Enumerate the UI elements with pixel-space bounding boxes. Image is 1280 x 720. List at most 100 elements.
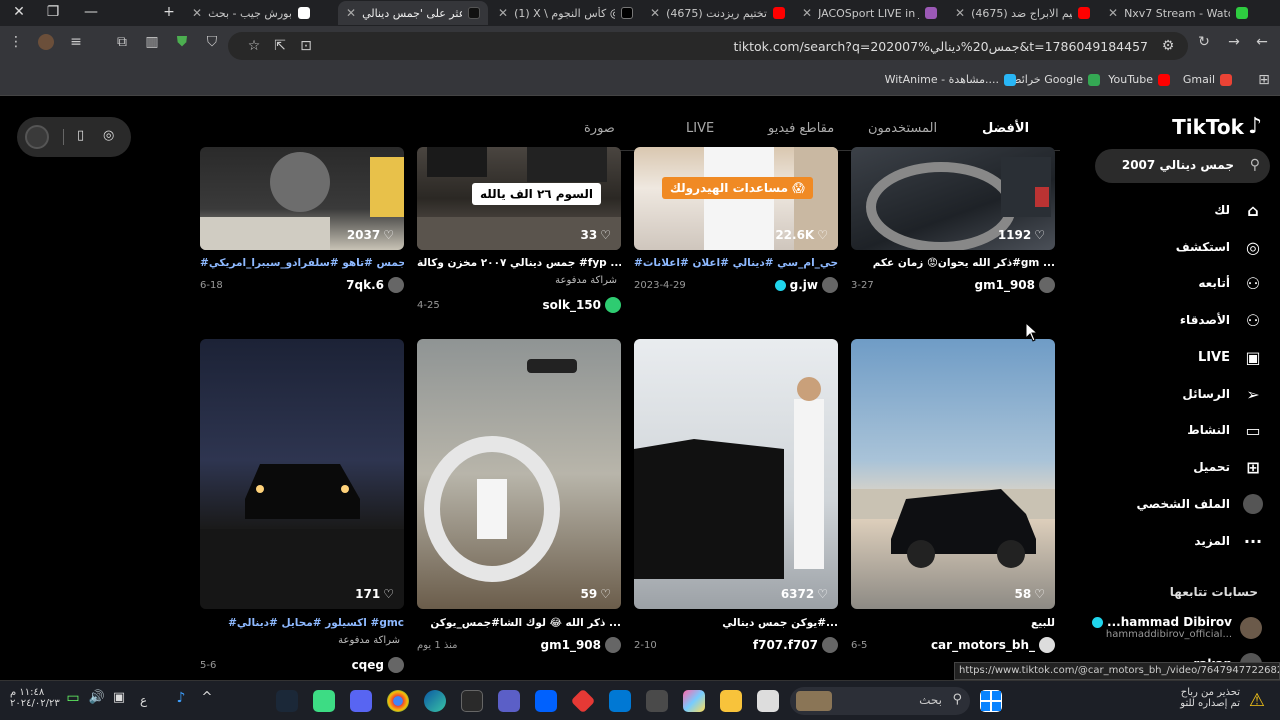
video-card[interactable]: 1192 ♡ ذكر الله يحوان😡 زمان عكم#gm ... 3-… <box>851 147 1055 297</box>
file-explorer-icon[interactable] <box>720 690 742 712</box>
video-caption[interactable]: يوكن جمس دينالي#... <box>634 617 838 629</box>
tab-close-icon[interactable]: ✕ <box>498 6 508 20</box>
back-icon[interactable]: → <box>1226 34 1242 50</box>
volume-icon[interactable]: 🔊 <box>86 690 108 712</box>
compass-icon[interactable]: ◎ <box>103 128 114 143</box>
taskbar-search[interactable]: بحث ⚲ <box>790 687 970 715</box>
share-icon[interactable]: ⇱ <box>272 38 288 54</box>
tab-close-icon[interactable]: ✕ <box>650 6 660 20</box>
tab-close-icon[interactable]: ✕ <box>192 6 202 20</box>
search-box[interactable]: جمس دينالي 2007 ⚲ <box>1095 149 1270 183</box>
video-thumbnail[interactable]: 171 ♡ <box>200 339 404 609</box>
outlook-icon[interactable] <box>609 690 631 712</box>
video-caption[interactable]: ذكر الله 😂 لوك الشا#جمس_يوكن ... <box>417 617 621 629</box>
site-settings-icon[interactable]: ⚙ <box>1160 38 1176 54</box>
bookmark-star-icon[interactable]: ☆ <box>246 38 262 54</box>
video-card[interactable]: 58 ♡ للبيع 6-5 car_motors_bh_ <box>851 339 1055 659</box>
nav-messages[interactable]: الرسائل ➢ <box>1182 380 1264 408</box>
battery-icon[interactable]: ▭ <box>62 690 84 712</box>
chrome-icon[interactable] <box>387 690 409 712</box>
video-card[interactable]: 171 ♡ #اكسيلور #محايل #دينالي #gmc شراكة … <box>200 339 404 674</box>
app-diamond-icon[interactable] <box>570 688 596 714</box>
tab-close-icon[interactable]: ✕ <box>802 6 812 20</box>
video-card[interactable]: مساعدات الهيدرولك 😱 22.6K ♡ #جي_ام_سي #دي… <box>634 147 838 297</box>
reading-list-icon[interactable]: ≡ <box>68 34 84 50</box>
video-card[interactable]: 59 ♡ ذكر الله 😂 لوك الشا#جمس_يوكن ... منذ… <box>417 339 621 659</box>
extensions-icon[interactable]: ⧉ <box>114 34 130 50</box>
tab-users[interactable]: المستخدمون <box>868 121 937 136</box>
bookmark-gmail[interactable]: Gmail <box>1183 73 1232 86</box>
copilot-icon[interactable] <box>683 690 705 712</box>
tiktok-logo[interactable]: TikTok ♪ <box>1172 114 1262 139</box>
teams-icon[interactable] <box>498 690 520 712</box>
profile-avatar-icon[interactable] <box>38 34 54 50</box>
tab-live[interactable]: LIVE <box>686 121 714 136</box>
tray-chevron-icon[interactable]: ^ <box>196 690 218 712</box>
epic-games-icon[interactable] <box>461 690 483 712</box>
phone-icon[interactable]: ▯ <box>77 128 84 143</box>
video-author[interactable]: 7qk.6 <box>346 277 404 293</box>
nav-activity[interactable]: النشاط ▭ <box>1187 416 1264 444</box>
video-author[interactable]: car_motors_bh_ <box>931 637 1055 653</box>
tab-close-icon[interactable]: ✕ <box>1108 6 1118 20</box>
clock[interactable]: ١١:٤٨ م ٢٠٢٤/٠٢/٢٣ <box>10 687 60 709</box>
steam-icon[interactable] <box>276 690 298 712</box>
bookmark-youtube[interactable]: YouTube <box>1108 73 1170 86</box>
address-bar[interactable]: ☆ ⇱ ⊡ tiktok.com/search?q=202007%جمس20%د… <box>228 32 1188 60</box>
nav-following[interactable]: أتابعه ⚇ <box>1198 269 1264 297</box>
forward-icon[interactable]: ← <box>1254 34 1270 50</box>
video-card[interactable]: 2037♡ #يوكن_جمس #تاهو #سلفرادو_سيبرا_امر… <box>200 147 404 297</box>
video-thumbnail[interactable]: 2037 ♡ <box>200 147 404 250</box>
video-caption[interactable]: #اكسيلور #محايل #دينالي #gmc <box>200 617 404 629</box>
video-caption[interactable]: #جي_ام_سي #دينالي #اعلان #اعلانات ... <box>634 257 838 269</box>
video-author[interactable]: solk_150 <box>542 297 621 313</box>
tab-close-icon[interactable]: ✕ <box>346 6 356 20</box>
shield-extension-icon[interactable]: ⛊ <box>174 34 190 50</box>
nav-more[interactable]: المزيد ··· <box>1194 527 1264 555</box>
video-author[interactable]: f707.f707 <box>753 637 838 653</box>
video-author[interactable]: gm1_908 <box>975 277 1055 293</box>
browser-tab[interactable]: ✕ Nxv7 Stream - Watc <box>1108 1 1248 25</box>
video-thumbnail[interactable]: 58 ♡ <box>851 339 1055 609</box>
bookmark-witanime[interactable]: WitAnime - مشاهدة.... <box>885 73 1016 86</box>
url-text[interactable]: tiktok.com/search?q=202007%جمس20%دينالي&… <box>734 39 1149 54</box>
nav-live[interactable]: LIVE ▣ <box>1198 343 1264 371</box>
video-author[interactable]: g.jw <box>772 277 838 293</box>
discord-icon[interactable] <box>350 690 372 712</box>
browser-tab[interactable]: ✕ (4675) تيم الابراج ضد <box>955 1 1090 25</box>
nav-upload[interactable]: تحميل ⊞ <box>1193 453 1264 481</box>
video-caption[interactable]: #يوكن_جمس #تاهو #سلفرادو_سيبرا_امريكي ..… <box>200 257 404 269</box>
tab-photos[interactable]: صورة <box>584 121 615 136</box>
video-thumbnail[interactable]: 59 ♡ <box>417 339 621 609</box>
browser-tab[interactable]: ✕ (4675) تختيم ريزدنت <box>650 1 785 25</box>
browser-tab[interactable]: ✕ بورش جيب - بحث Google <box>192 1 310 25</box>
apps-grid-icon[interactable]: ⊞ <box>1256 72 1272 88</box>
video-author[interactable]: cqeg <box>352 657 404 673</box>
search-input[interactable]: جمس دينالي 2007 <box>1122 158 1234 172</box>
nav-for-you[interactable]: لك ⌂ <box>1214 196 1264 224</box>
menu-dots-icon[interactable]: ⋮ <box>8 34 24 50</box>
video-thumbnail[interactable]: مساعدات الهيدرولك 😱 22.6K ♡ <box>634 147 838 250</box>
tab-videos[interactable]: مقاطع فيديو <box>768 121 834 136</box>
restore-window-icon[interactable]: ❐ <box>34 0 72 26</box>
video-card[interactable]: 6372 ♡ يوكن جمس دينالي#... 2-10 f707.f707 <box>634 339 838 659</box>
edge-icon[interactable] <box>424 690 446 712</box>
close-window-icon[interactable]: ✕ <box>0 0 38 26</box>
warning-icon[interactable]: ⚠ <box>1246 690 1268 712</box>
browser-tab[interactable]: ✕ JACOSport LIVE in JA <box>802 1 937 25</box>
following-account[interactable]: ...hammad Dibirov hammaddibirov_official… <box>1089 615 1262 640</box>
video-caption[interactable]: جمس دينالي ٢٠٠٧ مخزن وكالة #fyp ... <box>417 257 621 269</box>
browser-tab[interactable]: ✕ (1) X \ كأس النجوم @ <box>498 1 633 25</box>
input-language[interactable]: ع <box>140 693 147 707</box>
video-author[interactable]: gm1_908 <box>541 637 621 653</box>
app-window-icon[interactable] <box>757 690 779 712</box>
adblock-icon[interactable]: ⛉ <box>204 34 220 50</box>
record-icon[interactable] <box>25 125 49 149</box>
minimize-window-icon[interactable]: — <box>72 0 110 26</box>
video-card[interactable]: السوم ٢٦ الف يالله 33 ♡ جمس دينالي ٢٠٠٧ م… <box>417 147 621 317</box>
video-thumbnail[interactable]: 6372 ♡ <box>634 339 838 609</box>
extension-icon[interactable]: ▥ <box>144 34 160 50</box>
store-icon[interactable] <box>646 690 668 712</box>
new-tab-icon[interactable]: + <box>150 0 188 26</box>
reload-icon[interactable]: ↻ <box>1196 34 1212 50</box>
